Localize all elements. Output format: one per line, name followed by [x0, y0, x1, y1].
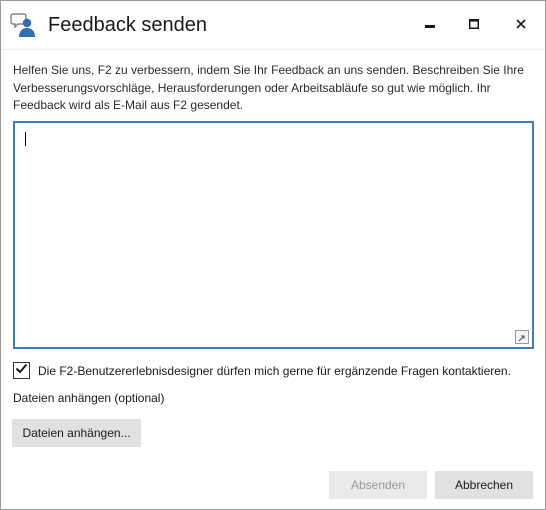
title-bar[interactable]: Feedback senden [1, 1, 545, 50]
window-title: Feedback senden [48, 14, 208, 36]
feedback-speech-bubble-person-icon [10, 11, 38, 39]
attach-files-button[interactable]: Dateien anhängen... [12, 419, 141, 447]
attachments-label: Dateien anhängen (optional) [13, 391, 165, 405]
maximize-button[interactable] [454, 9, 494, 39]
contact-permission-checkbox[interactable] [13, 362, 30, 379]
expand-icon [516, 331, 528, 348]
minimize-icon [425, 19, 435, 29]
send-button[interactable]: Absenden [329, 471, 427, 499]
text-caret [25, 132, 26, 146]
close-icon [516, 19, 526, 29]
feedback-textarea-frame[interactable] [13, 121, 534, 349]
cancel-button[interactable]: Abbrechen [435, 471, 533, 499]
feedback-dialog: Feedback senden Helfen Sie uns, F2 zu ve… [0, 0, 546, 510]
close-button[interactable] [501, 9, 541, 39]
contact-permission-row[interactable]: Die F2-Benutzererlebnisdesigner dürfen m… [13, 362, 511, 379]
checkmark-icon [15, 362, 28, 380]
intro-text: Helfen Sie uns, F2 zu verbessern, indem … [13, 63, 524, 112]
minimize-button[interactable] [410, 9, 450, 39]
contact-permission-label: Die F2-Benutzererlebnisdesigner dürfen m… [38, 363, 511, 378]
maximize-icon [469, 19, 479, 29]
expand-editor-button[interactable] [515, 330, 529, 344]
feedback-textarea[interactable] [15, 123, 532, 347]
